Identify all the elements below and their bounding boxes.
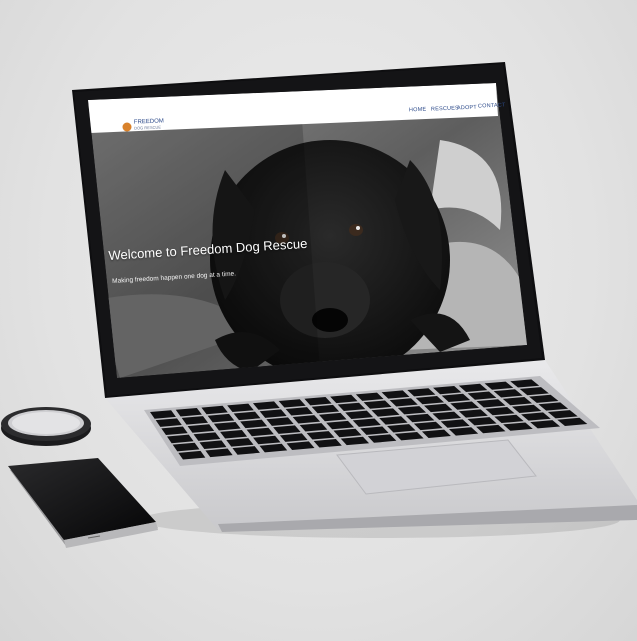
nav-adopt[interactable]: ADOPT	[457, 105, 477, 112]
smartphone	[8, 458, 158, 548]
logo-icon	[122, 122, 132, 132]
product-mockup-scene: FREEDOM DOG RESCUE HOME RESCUES ADOPT CO…	[0, 0, 637, 641]
mockup-graphic	[1, 62, 637, 548]
nav-home[interactable]: HOME	[409, 107, 427, 114]
nav-contact[interactable]: CONTACT	[478, 102, 506, 109]
logo[interactable]: FREEDOM DOG RESCUE	[134, 118, 164, 131]
nav-rescues[interactable]: RESCUES	[431, 105, 459, 112]
coaster	[1, 407, 91, 446]
